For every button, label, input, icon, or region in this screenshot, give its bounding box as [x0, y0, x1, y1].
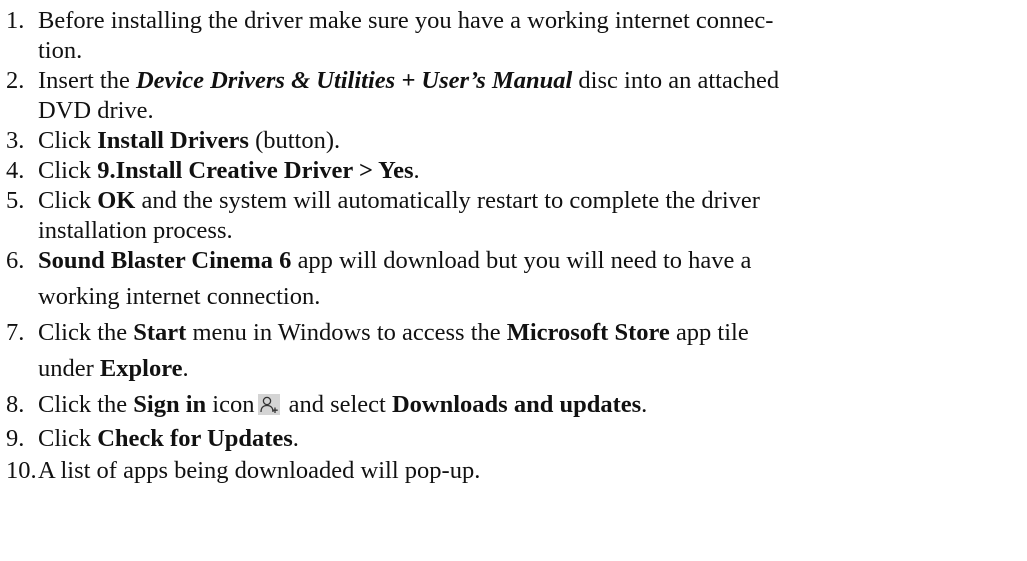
- step-text-part: Click: [38, 425, 98, 452]
- step-text: Click 9.Install Creative Driver > Yes.: [38, 156, 1023, 186]
- step-1-line-2: tion.: [38, 37, 83, 64]
- step-text-part: Click the: [38, 391, 134, 418]
- ui-term: Install Drivers: [97, 127, 249, 154]
- ui-term: 9.Install Creative Driver > Yes: [97, 157, 414, 184]
- step-1-line-1: Before installing the driver make sure y…: [38, 7, 774, 34]
- step-text-part: Click the: [38, 319, 134, 346]
- step-text: Click the Start menu in Windows to acces…: [38, 315, 1023, 387]
- step-text: Insert the Device Drivers & Utilities + …: [38, 66, 1023, 126]
- step-text: Click Install Drivers (button).: [38, 126, 1023, 156]
- step-text-part: .: [641, 391, 648, 418]
- step-text-part: disc into an attached: [572, 67, 780, 94]
- step-number: 7.: [6, 319, 25, 346]
- ui-term: Downloads and updates: [391, 391, 642, 418]
- step-text: A list of apps being downloaded will pop…: [38, 456, 1023, 486]
- step-number: 10.: [6, 457, 37, 484]
- step-number: 8.: [6, 391, 25, 418]
- step-text-part: under: [38, 355, 100, 382]
- step-text-part: and select: [282, 391, 392, 418]
- step-text-part: menu in Windows to access the: [186, 319, 507, 346]
- ui-term: OK: [97, 187, 136, 214]
- step-text-part: Click: [38, 157, 98, 184]
- step-text-part: A list of apps being downloaded will pop…: [38, 457, 481, 484]
- step-text-part: installation process.: [38, 217, 233, 244]
- step-text-part: Insert the: [38, 67, 136, 94]
- step-text-part: Click: [38, 187, 98, 214]
- step-text-part: app tile: [669, 319, 749, 346]
- step-number: 2.: [6, 67, 25, 94]
- step-text-part: working internet connection.: [38, 283, 321, 310]
- disc-name: Device Drivers & Utilities + User’s Manu…: [135, 67, 573, 94]
- ui-term: Microsoft Store: [506, 319, 670, 346]
- step-text: Sound Blaster Cinema 6 app will download…: [38, 243, 1023, 315]
- step-text: Click OK and the system will automatical…: [38, 186, 1023, 246]
- person-add-icon: [258, 394, 281, 415]
- step-number: 9.: [6, 425, 25, 452]
- ui-term: Start: [133, 319, 187, 346]
- step-text-part: (button).: [248, 127, 341, 154]
- step-text-part: .: [182, 355, 189, 382]
- ui-term: Sign in: [133, 391, 207, 418]
- step-text: Click Check for Updates.: [38, 424, 1023, 454]
- step-number: 5.: [6, 187, 25, 214]
- step-text-part: and the system will automatically restar…: [135, 187, 760, 214]
- step-number: 3.: [6, 127, 25, 154]
- ui-term: Explore: [99, 355, 183, 382]
- step-text: Before installing the driver make sure y…: [38, 6, 1023, 66]
- step-text: Click the Sign in icon and select Downlo…: [38, 388, 1023, 422]
- step-text-part: DVD drive.: [38, 97, 154, 124]
- app-name: Sound Blaster Cinema 6: [38, 247, 292, 274]
- step-number: 4.: [6, 157, 25, 184]
- step-text-part: .: [292, 425, 299, 452]
- step-number: 1.: [6, 7, 25, 34]
- step-number: 6.: [6, 247, 25, 274]
- step-text-part: .: [413, 157, 420, 184]
- step-text-part: app will download but you will need to h…: [291, 247, 752, 274]
- ui-term: Check for Updates: [97, 425, 293, 452]
- step-text-part: Click: [38, 127, 98, 154]
- step-text-part: icon: [206, 391, 255, 418]
